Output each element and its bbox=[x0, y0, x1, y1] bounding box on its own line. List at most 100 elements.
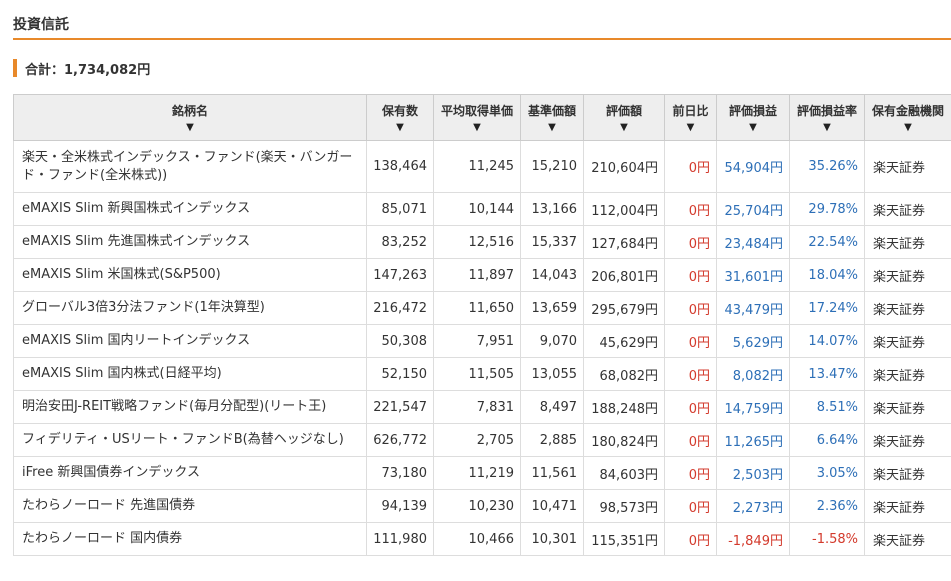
quantity-cell: 50,308 bbox=[366, 324, 434, 358]
base-price-cell: 13,166 bbox=[520, 192, 584, 226]
header-gain-loss[interactable]: 評価損益 ▼ bbox=[716, 94, 790, 141]
institution-cell: 楽天証券 bbox=[864, 423, 951, 457]
quantity-cell: 83,252 bbox=[366, 225, 434, 259]
sort-arrow-icon[interactable]: ▼ bbox=[792, 122, 862, 134]
table-row[interactable]: フィデリティ・USリート・ファンドB(為替ヘッジなし) 626,772 2,705 2… bbox=[13, 423, 951, 457]
gain-loss-rate-cell: 13.47% bbox=[789, 357, 865, 391]
total-accent-mark bbox=[13, 59, 17, 77]
sort-arrow-icon[interactable]: ▼ bbox=[523, 122, 581, 134]
valuation-cell: 112,004円 bbox=[583, 192, 665, 226]
fund-name-cell: たわらノーロード 国内債券 bbox=[13, 522, 367, 556]
quantity-cell: 147,263 bbox=[366, 258, 434, 292]
average-price-cell: 11,897 bbox=[433, 258, 521, 292]
quantity-cell: 94,139 bbox=[366, 489, 434, 523]
section-title: 投資信託 bbox=[13, 17, 69, 33]
average-price-cell: 7,951 bbox=[433, 324, 521, 358]
day-change-cell: 0円 bbox=[664, 357, 717, 391]
table-row[interactable]: eMAXIS Slim 先進国株式インデックス 83,252 12,516 15,33… bbox=[13, 225, 951, 259]
fund-name-cell: フィデリティ・USリート・ファンドB(為替ヘッジなし) bbox=[13, 423, 367, 457]
table-row[interactable]: eMAXIS Slim 米国株式(S&P500) 147,263 11,897 14,… bbox=[13, 258, 951, 292]
base-price-cell: 11,561 bbox=[520, 456, 584, 490]
table-row[interactable]: iFree 新興国債券インデックス 73,180 11,219 11,561 84,60… bbox=[13, 456, 951, 490]
institution-cell: 楽天証券 bbox=[864, 489, 951, 523]
quantity-cell: 85,071 bbox=[366, 192, 434, 226]
quantity-cell: 111,980 bbox=[366, 522, 434, 556]
table-row[interactable]: 明治安田J-REIT戦略ファンド(毎月分配型)(リート王) 221,547 7,83… bbox=[13, 390, 951, 424]
base-price-cell: 13,659 bbox=[520, 291, 584, 325]
average-price-cell: 2,705 bbox=[433, 423, 521, 457]
institution-cell: 楽天証券 bbox=[864, 258, 951, 292]
sort-arrow-icon[interactable]: ▼ bbox=[719, 122, 787, 134]
gain-loss-cell: 54,904円 bbox=[716, 140, 790, 193]
fund-name-cell: eMAXIS Slim 国内株式(日経平均) bbox=[13, 357, 367, 391]
header-base-price[interactable]: 基準価額 ▼ bbox=[520, 94, 584, 141]
section-header: 投資信託 bbox=[13, 8, 951, 40]
table-row[interactable]: たわらノーロード 先進国債券 94,139 10,230 10,471 98,573円 0… bbox=[13, 489, 951, 523]
fund-table: 銘柄名 ▼ 保有数 ▼ 平均取得単価 ▼ 基準価額 ▼ 評価額 ▼ 前日比 ▼ 評価損益 ▼ … bbox=[13, 94, 951, 556]
header-valuation[interactable]: 評価額 ▼ bbox=[583, 94, 665, 141]
table-row[interactable]: eMAXIS Slim 国内リートインデックス 50,308 7,951 9,070 4… bbox=[13, 324, 951, 358]
table-row[interactable]: eMAXIS Slim 国内株式(日経平均) 52,150 11,505 13,055… bbox=[13, 357, 951, 391]
table-row[interactable]: グローバル3倍3分法ファンド(1年決算型) 216,472 11,650 13,659… bbox=[13, 291, 951, 325]
fund-name-cell: たわらノーロード 先進国債券 bbox=[13, 489, 367, 523]
base-price-cell: 13,055 bbox=[520, 357, 584, 391]
base-price-cell: 2,885 bbox=[520, 423, 584, 457]
gain-loss-rate-cell: 6.64% bbox=[789, 423, 865, 457]
sort-arrow-icon[interactable]: ▼ bbox=[436, 122, 518, 134]
institution-cell: 楽天証券 bbox=[864, 324, 951, 358]
day-change-cell: 0円 bbox=[664, 489, 717, 523]
table-header-row: 銘柄名 ▼ 保有数 ▼ 平均取得単価 ▼ 基準価額 ▼ 評価額 ▼ 前日比 ▼ 評価損益 ▼ … bbox=[13, 94, 951, 141]
average-price-cell: 7,831 bbox=[433, 390, 521, 424]
quantity-cell: 73,180 bbox=[366, 456, 434, 490]
average-price-cell: 11,650 bbox=[433, 291, 521, 325]
table-row[interactable]: たわらノーロード 国内債券 111,980 10,466 10,301 115,351円… bbox=[13, 522, 951, 556]
base-price-cell: 15,210 bbox=[520, 140, 584, 193]
sort-arrow-icon[interactable]: ▼ bbox=[586, 122, 662, 134]
day-change-cell: 0円 bbox=[664, 423, 717, 457]
institution-cell: 楽天証券 bbox=[864, 456, 951, 490]
header-gain-loss-rate[interactable]: 評価損益率 ▼ bbox=[789, 94, 865, 141]
gain-loss-cell: 11,265円 bbox=[716, 423, 790, 457]
sort-arrow-icon[interactable]: ▼ bbox=[369, 122, 431, 134]
quantity-cell: 52,150 bbox=[366, 357, 434, 391]
gain-loss-rate-cell: 2.36% bbox=[789, 489, 865, 523]
day-change-cell: 0円 bbox=[664, 390, 717, 424]
fund-rows: 楽天・全米株式インデックス・ファンド(楽天・バンガード・ファンド(全米株式)) 1… bbox=[13, 140, 951, 556]
fund-name-cell: 楽天・全米株式インデックス・ファンド(楽天・バンガード・ファンド(全米株式)) bbox=[13, 140, 367, 193]
header-average-price[interactable]: 平均取得単価 ▼ bbox=[433, 94, 521, 141]
institution-cell: 楽天証券 bbox=[864, 291, 951, 325]
fund-name-cell: eMAXIS Slim 米国株式(S&P500) bbox=[13, 258, 367, 292]
quantity-cell: 216,472 bbox=[366, 291, 434, 325]
gain-loss-rate-cell: 3.05% bbox=[789, 456, 865, 490]
quantity-cell: 626,772 bbox=[366, 423, 434, 457]
header-institution[interactable]: 保有金融機関 ▼ bbox=[864, 94, 951, 141]
gain-loss-cell: 25,704円 bbox=[716, 192, 790, 226]
valuation-cell: 188,248円 bbox=[583, 390, 665, 424]
base-price-cell: 14,043 bbox=[520, 258, 584, 292]
total-summary: 合計：1,734,082円 bbox=[13, 58, 150, 78]
gain-loss-rate-cell: 17.24% bbox=[789, 291, 865, 325]
gain-loss-cell: 14,759円 bbox=[716, 390, 790, 424]
header-fund-name[interactable]: 銘柄名 ▼ bbox=[13, 94, 367, 141]
sort-arrow-icon[interactable]: ▼ bbox=[867, 122, 949, 134]
day-change-cell: 0円 bbox=[664, 258, 717, 292]
header-day-change[interactable]: 前日比 ▼ bbox=[664, 94, 717, 141]
institution-cell: 楽天証券 bbox=[864, 140, 951, 193]
institution-cell: 楽天証券 bbox=[864, 357, 951, 391]
table-row[interactable]: 楽天・全米株式インデックス・ファンド(楽天・バンガード・ファンド(全米株式)) 1… bbox=[13, 140, 951, 193]
gain-loss-rate-cell: 18.04% bbox=[789, 258, 865, 292]
sort-arrow-icon[interactable]: ▼ bbox=[16, 122, 364, 134]
table-row[interactable]: eMAXIS Slim 新興国株式インデックス 85,071 10,144 13,16… bbox=[13, 192, 951, 226]
average-price-cell: 11,245 bbox=[433, 140, 521, 193]
gain-loss-cell: 23,484円 bbox=[716, 225, 790, 259]
quantity-cell: 138,464 bbox=[366, 140, 434, 193]
average-price-cell: 11,219 bbox=[433, 456, 521, 490]
gain-loss-rate-cell: -1.58% bbox=[789, 522, 865, 556]
sort-arrow-icon[interactable]: ▼ bbox=[667, 122, 714, 134]
total-amount: 合計：1,734,082円 bbox=[25, 62, 151, 78]
valuation-cell: 45,629円 bbox=[583, 324, 665, 358]
institution-cell: 楽天証券 bbox=[864, 522, 951, 556]
gain-loss-cell: -1,849円 bbox=[716, 522, 790, 556]
header-quantity[interactable]: 保有数 ▼ bbox=[366, 94, 434, 141]
gain-loss-rate-cell: 35.26% bbox=[789, 140, 865, 193]
